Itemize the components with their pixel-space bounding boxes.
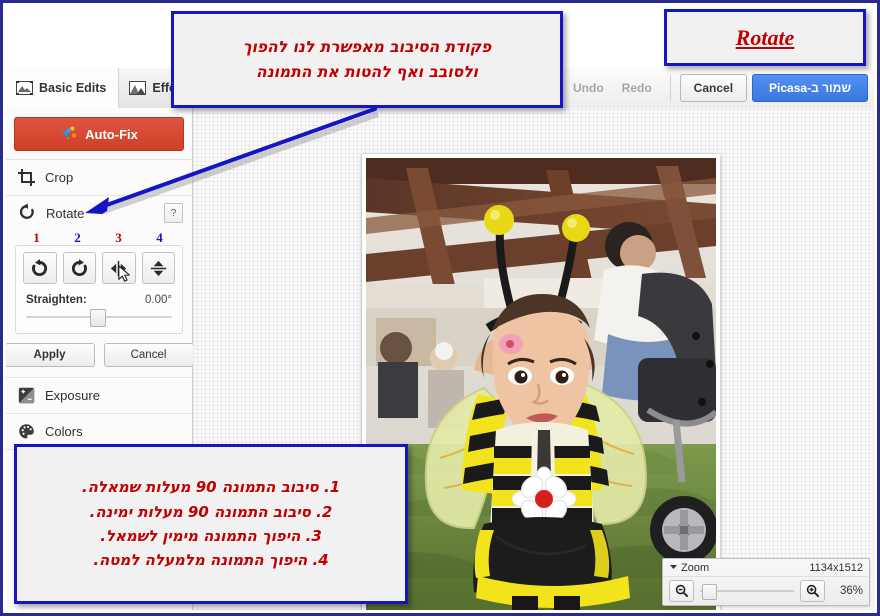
straighten-slider[interactable] [26, 309, 172, 327]
zoom-out-button[interactable] [669, 579, 694, 602]
rotate-button-markers: 1 2 3 4 [6, 230, 192, 244]
zoom-in-button[interactable] [800, 579, 825, 602]
rotate-apply-button[interactable]: Apply [6, 343, 95, 367]
image-dimensions: 1134x1512 [809, 561, 863, 574]
mouse-cursor-icon [118, 265, 130, 282]
sidebar-item-exposure[interactable]: Exposure [6, 378, 192, 414]
rotate-controls-panel: Straighten: 0.00° [15, 245, 183, 334]
rotate-clockwise-icon [71, 258, 87, 276]
rotate-left-button[interactable] [23, 252, 57, 284]
colors-palette-icon [18, 423, 35, 440]
annotation-callout-box: פקודת הסיבוב מאפשרת לנו להפוך ולסובב ואף… [171, 11, 563, 108]
rotate-action-row: Apply Cancel [6, 334, 194, 378]
annotation-legend-box: 1. סיבוב התמונה 90 מעלות שמאלה. 2. סיבוב… [14, 444, 408, 604]
rotate-icon [18, 202, 36, 224]
zoom-out-icon [675, 584, 688, 597]
marker-2: 2 [74, 230, 81, 245]
magic-wand-icon [60, 125, 78, 144]
autofix-container: Auto-Fix [6, 108, 192, 160]
sidebar-item-crop[interactable]: Crop [6, 160, 192, 196]
sidebar-item-rotate[interactable]: Rotate ? [6, 196, 192, 230]
flip-horizontal-button[interactable] [102, 252, 136, 284]
straighten-value: 0.00° [145, 294, 172, 306]
straighten-row: Straighten: 0.00° [26, 294, 172, 306]
auto-fix-button[interactable]: Auto-Fix [14, 117, 184, 151]
legend-item-4: 4. היפוך התמונה מלמעלה למטה. [93, 551, 329, 570]
toolbar-divider-2 [669, 75, 671, 101]
tab-basic-edits-label: Basic Edits [39, 80, 107, 95]
rotate-counterclockwise-icon [32, 258, 48, 276]
annotation-callout-line-1: פקודת הסיבוב מאפשרת לנו להפוך [242, 38, 492, 57]
photo-image [366, 158, 716, 610]
legend-item-3: 3. היפוך התמונה מימין לשמאל. [100, 527, 322, 545]
flip-vertical-button[interactable] [141, 252, 175, 284]
basic-edits-icon [16, 80, 33, 95]
photo-preview [366, 158, 716, 610]
zoom-label-group[interactable]: Zoom [669, 562, 709, 574]
rotate-buttons-group [23, 252, 175, 284]
undo-button[interactable]: Undo [564, 75, 613, 101]
annotation-title-box: Rotate [664, 9, 866, 66]
redo-button[interactable]: Redo [613, 75, 661, 101]
exposure-icon [18, 387, 35, 404]
annotation-callout-text: פקודת הסיבוב מאפשרת לנו להפוך ולסובב ואף… [243, 35, 492, 83]
sidebar-item-exposure-label: Exposure [45, 388, 100, 403]
flip-vertical-icon [150, 260, 166, 276]
zoom-slider[interactable] [700, 582, 794, 600]
legend-item-2: 2. סיבוב התמונה 90 מעלות ימינה. [89, 502, 333, 521]
toolbar-actions: Undo Redo Cancel שמור ב-Picasa [513, 72, 868, 104]
screenshot-root: Basic Edits Effects [0, 0, 880, 616]
zoom-slider-handle[interactable] [702, 583, 717, 600]
tab-basic-edits[interactable]: Basic Edits [6, 68, 120, 108]
marker-4: 4 [156, 230, 163, 245]
sidebar-item-crop-label: Crop [45, 170, 74, 185]
straighten-slider-handle[interactable] [90, 309, 107, 327]
marker-1: 1 [33, 230, 40, 245]
zoom-label: Zoom [681, 561, 710, 574]
crop-icon [18, 169, 35, 186]
save-to-picasa-button[interactable]: שמור ב-Picasa [752, 74, 868, 102]
zoom-controls: 36% [663, 577, 869, 604]
rotate-help-button[interactable]: ? [164, 203, 183, 223]
annotation-callout-line-2: ולסובב ואף להטות את התמונה [256, 62, 478, 81]
zoom-percent: 36% [839, 584, 863, 597]
zoom-bar: Zoom 1134x1512 36% [662, 558, 870, 606]
rotate-panel-title: Rotate [46, 205, 85, 221]
rotate-right-button[interactable] [62, 252, 96, 284]
cancel-button[interactable]: Cancel [679, 74, 748, 102]
marker-3: 3 [115, 230, 122, 245]
legend-item-1: 1. סיבוב התמונה 90 מעלות שמאלה. [81, 478, 341, 497]
effects-icon [129, 81, 147, 95]
zoom-in-icon [806, 584, 819, 597]
auto-fix-label: Auto-Fix [85, 126, 138, 142]
annotation-title-text: Rotate [735, 24, 795, 50]
photo-frame [362, 154, 720, 610]
chevron-down-icon [669, 562, 678, 574]
straighten-label: Straighten: [26, 294, 87, 306]
zoom-bar-header: Zoom 1134x1512 [663, 559, 869, 577]
sidebar-item-colors-label: Colors [45, 424, 83, 439]
rotate-cancel-button[interactable]: Cancel [103, 343, 194, 367]
